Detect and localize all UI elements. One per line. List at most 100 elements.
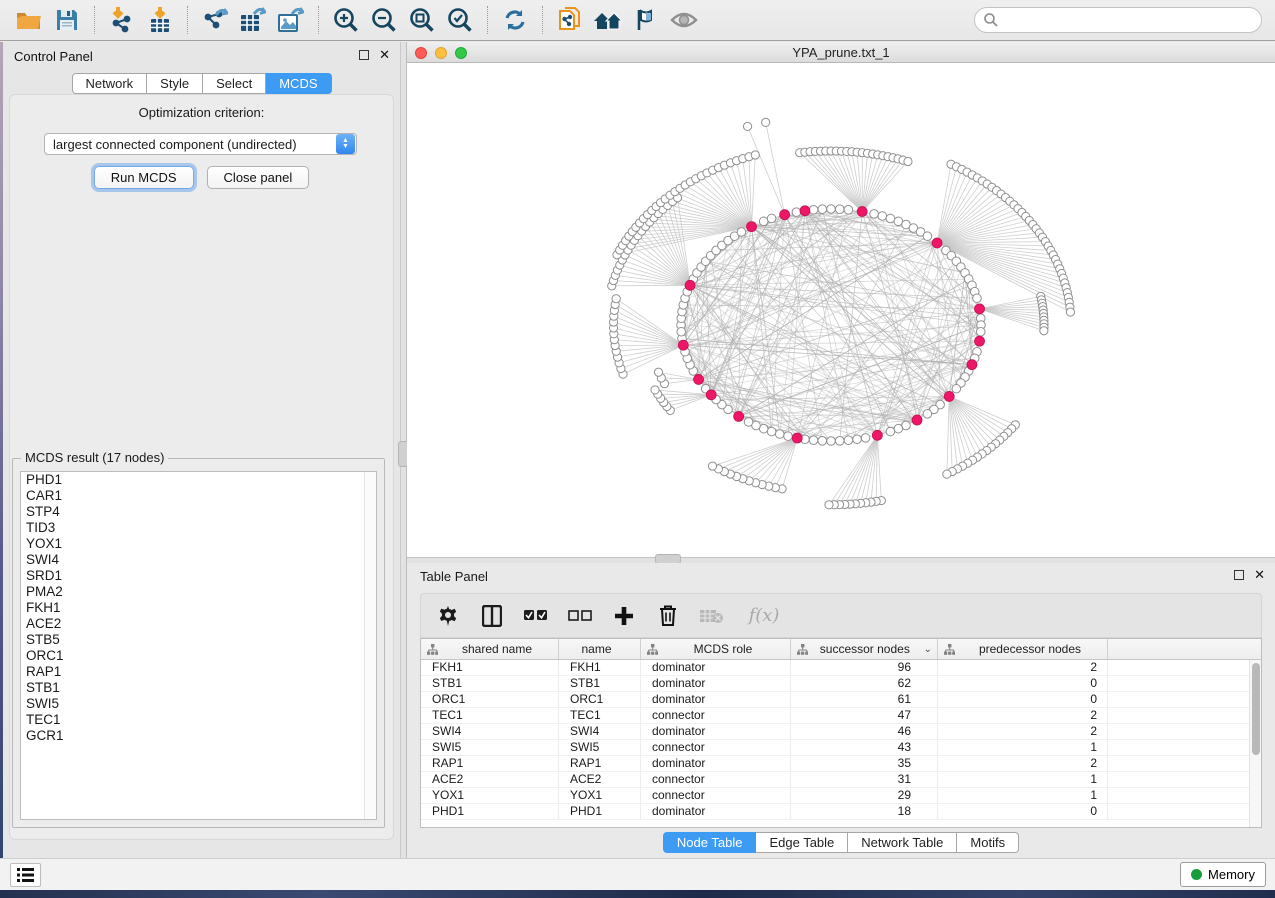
list-item[interactable]: STB1 <box>21 680 376 696</box>
table-cell[interactable]: PHD1 <box>421 804 559 819</box>
table-cell[interactable]: TEC1 <box>559 708 641 723</box>
table-cell[interactable]: STB1 <box>559 676 641 691</box>
ring-node[interactable] <box>767 214 776 223</box>
ring-node[interactable] <box>784 432 793 441</box>
table-cell[interactable]: 96 <box>791 660 938 675</box>
ring-node[interactable] <box>894 424 903 433</box>
table-cell[interactable]: 43 <box>791 740 938 755</box>
table-cell[interactable]: ORC1 <box>421 692 559 707</box>
ring-node[interactable] <box>827 437 836 446</box>
dominator-node[interactable] <box>706 390 716 400</box>
tab-mcds[interactable]: MCDS <box>266 73 331 94</box>
table-cell[interactable]: connector <box>641 740 791 755</box>
dominator-node[interactable] <box>975 304 985 314</box>
ring-node[interactable] <box>818 437 827 446</box>
list-item[interactable]: SWI4 <box>21 552 376 568</box>
table-cell[interactable]: TEC1 <box>421 708 559 723</box>
table-row[interactable]: SWI4SWI4dominator462 <box>421 724 1249 740</box>
table-cell[interactable]: connector <box>641 708 791 723</box>
list-item[interactable]: GCR1 <box>21 728 376 744</box>
search-input[interactable] <box>999 10 1261 30</box>
task-history-button[interactable] <box>10 863 41 887</box>
table-cell[interactable]: 0 <box>938 692 1108 707</box>
table-cell[interactable]: RAP1 <box>559 756 641 771</box>
houses-icon-button[interactable] <box>589 3 627 37</box>
open-session-button[interactable] <box>10 3 48 37</box>
network-canvas-svg[interactable] <box>407 63 1275 557</box>
dominator-node[interactable] <box>932 238 942 248</box>
list-item[interactable]: CAR1 <box>21 488 376 504</box>
export-network-button[interactable] <box>196 3 234 37</box>
list-item[interactable]: STB5 <box>21 632 376 648</box>
show-columns-button[interactable] <box>479 601 505 631</box>
zoom-out-button[interactable] <box>365 3 403 37</box>
ring-node[interactable] <box>870 210 879 219</box>
table-cell[interactable]: YOX1 <box>559 788 641 803</box>
table-cell[interactable]: dominator <box>641 676 791 691</box>
float-panel-icon[interactable] <box>359 50 369 60</box>
dominator-node[interactable] <box>792 433 802 443</box>
zoom-fit-button[interactable] <box>403 3 441 37</box>
table-row[interactable]: ACE2ACE2connector311 <box>421 772 1249 788</box>
function-builder-button[interactable]: f(x) <box>743 601 785 631</box>
ring-node[interactable] <box>737 228 746 237</box>
network-titlebar[interactable]: YPA_prune.txt_1 <box>407 42 1275 63</box>
close-table-panel-icon[interactable]: ✕ <box>1254 570 1265 580</box>
table-cell[interactable]: SWI4 <box>559 724 641 739</box>
leaf-node[interactable] <box>904 157 912 165</box>
close-panel-icon[interactable]: ✕ <box>379 50 390 60</box>
import-table-button[interactable] <box>141 3 179 37</box>
ring-node[interactable] <box>759 217 768 226</box>
optimization-criterion-select[interactable]: largest connected component (undirected)… <box>44 133 357 155</box>
ring-node[interactable] <box>844 436 853 445</box>
table-cell[interactable]: 1 <box>938 740 1108 755</box>
column-header-successor-nodes[interactable]: successor nodes⌄ <box>791 639 938 659</box>
table-cell[interactable]: dominator <box>641 756 791 771</box>
table-cell[interactable]: 47 <box>791 708 938 723</box>
ring-node[interactable] <box>973 294 982 303</box>
dominator-node[interactable] <box>857 207 867 217</box>
list-item[interactable]: SWI5 <box>21 696 376 712</box>
table-row[interactable]: STB1STB1dominator620 <box>421 676 1249 692</box>
table-scrollbar-thumb[interactable] <box>1252 663 1260 755</box>
table-cell[interactable]: 2 <box>938 708 1108 723</box>
select-all-button[interactable] <box>523 601 549 631</box>
table-cell[interactable]: SWI5 <box>559 740 641 755</box>
table-settings-button[interactable] <box>435 601 461 631</box>
zoom-in-button[interactable] <box>327 3 365 37</box>
mcds-result-list[interactable]: PHD1CAR1STP4TID3YOX1SWI4SRD1PMA2FKH1ACE2… <box>20 471 377 820</box>
dominator-node[interactable] <box>975 336 985 346</box>
ring-node[interactable] <box>886 427 895 436</box>
import-network-button[interactable] <box>103 3 141 37</box>
table-cell[interactable]: 1 <box>938 772 1108 787</box>
memory-button[interactable]: Memory <box>1180 862 1266 887</box>
leaf-node[interactable] <box>708 462 716 470</box>
list-item[interactable]: STP4 <box>21 504 376 520</box>
list-item[interactable]: FKH1 <box>21 600 376 616</box>
refresh-button[interactable] <box>496 3 534 37</box>
table-row[interactable]: YOX1YOX1connector291 <box>421 788 1249 804</box>
ring-node[interactable] <box>809 436 818 445</box>
table-row[interactable]: ORC1ORC1dominator610 <box>421 692 1249 708</box>
ring-node[interactable] <box>792 208 801 217</box>
ring-node[interactable] <box>767 427 776 436</box>
table-cell[interactable]: ACE2 <box>421 772 559 787</box>
table-row[interactable]: FKH1FKH1dominator962 <box>421 660 1249 676</box>
dominator-node[interactable] <box>678 340 688 350</box>
table-cell[interactable]: 29 <box>791 788 938 803</box>
list-item[interactable]: RAP1 <box>21 664 376 680</box>
dominator-node[interactable] <box>694 374 704 384</box>
column-header-predecessor-nodes[interactable]: predecessor nodes <box>938 639 1108 659</box>
column-header-name[interactable]: name <box>559 639 641 659</box>
list-item[interactable]: YOX1 <box>21 536 376 552</box>
ring-node[interactable] <box>853 435 862 444</box>
show-hide-eye-button[interactable] <box>665 3 703 37</box>
table-row[interactable]: RAP1RAP1dominator352 <box>421 756 1249 772</box>
table-cell[interactable]: STB1 <box>421 676 559 691</box>
network-canvas[interactable] <box>407 63 1275 557</box>
leaf-node[interactable] <box>743 122 751 130</box>
ring-node[interactable] <box>952 384 961 393</box>
table-cell[interactable]: 61 <box>791 692 938 707</box>
table-cell[interactable]: 62 <box>791 676 938 691</box>
list-item[interactable]: TID3 <box>21 520 376 536</box>
